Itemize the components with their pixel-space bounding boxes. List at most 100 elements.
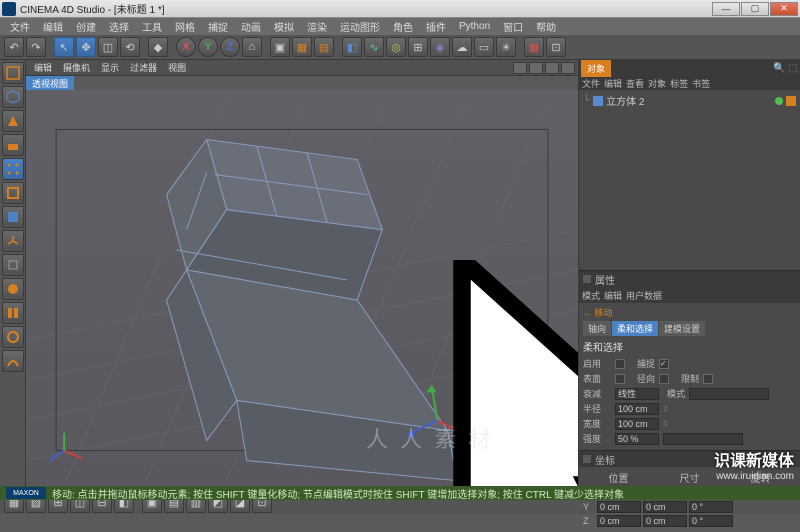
menu-help[interactable]: 帮助 — [530, 18, 562, 35]
rotate-tool[interactable]: ⟲ — [120, 37, 140, 57]
attr-edit[interactable]: 编辑 — [604, 289, 622, 302]
add-camera[interactable]: ▭ — [474, 37, 494, 57]
menu-char[interactable]: 角色 — [387, 18, 419, 35]
object-manager-tabs: 对象 🔍⬚ — [579, 60, 800, 77]
select-tool[interactable]: ↖ — [54, 37, 74, 57]
workplane-icon[interactable] — [2, 134, 24, 156]
vp-menu-view[interactable]: 视图 — [163, 60, 191, 75]
tweak-icon[interactable] — [2, 278, 24, 300]
main-toolbar: ↶ ↷ ↖ ✥ ◫ ⟲ ◆ X Y Z ⌂ ▣ ▦ ▤ ◧ ∿ ◎ ⊞ ◈ ☁ … — [0, 34, 800, 60]
om-edit[interactable]: 编辑 — [604, 77, 622, 90]
add-nurbs[interactable]: ◎ — [386, 37, 406, 57]
menu-file[interactable]: 文件 — [4, 18, 36, 35]
phong-tag-icon[interactable] — [786, 96, 796, 106]
add-environment[interactable]: ☁ — [452, 37, 472, 57]
minimize-button[interactable]: — — [712, 2, 740, 16]
texture-mode-icon[interactable] — [2, 110, 24, 132]
c4d-logo: MAXON — [6, 487, 46, 499]
menu-window[interactable]: 窗口 — [497, 18, 529, 35]
vp-menu-filter[interactable]: 过滤器 — [125, 60, 162, 75]
strength-field[interactable]: 50 % — [615, 433, 659, 445]
add-generator[interactable]: ⊞ — [408, 37, 428, 57]
subtab-modeling[interactable]: 建模设置 — [659, 321, 705, 336]
layout-button[interactable]: ▦ — [524, 37, 544, 57]
close-button[interactable]: ✕ — [770, 2, 798, 16]
move-tool[interactable]: ✥ — [76, 37, 96, 57]
viewport-tab[interactable]: 透视视图 — [26, 76, 74, 90]
om-bookmarks[interactable]: 书签 — [692, 77, 710, 90]
editable-icon[interactable] — [2, 62, 24, 84]
polys-mode-icon[interactable] — [2, 206, 24, 228]
axis-x-toggle[interactable]: X — [176, 37, 196, 57]
menu-anim[interactable]: 动画 — [235, 18, 267, 35]
vp-nav3-icon[interactable] — [545, 62, 559, 74]
menu-mesh[interactable]: 网格 — [169, 18, 201, 35]
model-mode-icon[interactable] — [2, 86, 24, 108]
misc2-icon[interactable] — [2, 326, 24, 348]
move-heading: ← 移动 — [583, 306, 796, 319]
menu-mograph[interactable]: 运动图形 — [334, 18, 386, 35]
object-list[interactable]: └ 立方体 2 — [579, 90, 800, 270]
add-spline[interactable]: ∿ — [364, 37, 384, 57]
falloff-field[interactable]: 线性 — [615, 388, 659, 400]
subtab-softsel[interactable]: 柔和选择 — [612, 321, 658, 336]
snap-icon[interactable] — [2, 254, 24, 276]
add-cube[interactable]: ◧ — [342, 37, 362, 57]
add-light[interactable]: ☀ — [496, 37, 516, 57]
pos-z[interactable]: 0 cm — [597, 515, 641, 527]
last-tool[interactable]: ◆ — [148, 37, 168, 57]
vp-menu-edit[interactable]: 编辑 — [29, 60, 57, 75]
menu-sim[interactable]: 模拟 — [268, 18, 300, 35]
add-deformer[interactable]: ◈ — [430, 37, 450, 57]
coord-system[interactable]: ⌂ — [242, 37, 262, 57]
om-file[interactable]: 文件 — [582, 77, 600, 90]
menu-plugins[interactable]: 插件 — [420, 18, 452, 35]
misc1-icon[interactable] — [2, 302, 24, 324]
axis-y-toggle[interactable]: Y — [198, 37, 218, 57]
pos-y[interactable]: 0 cm — [597, 501, 641, 513]
mode-field[interactable] — [689, 388, 769, 400]
menu-select[interactable]: 选择 — [103, 18, 135, 35]
render-settings[interactable]: ▤ — [314, 37, 334, 57]
misc3-icon[interactable] — [2, 350, 24, 372]
axis-z-toggle[interactable]: Z — [220, 37, 240, 57]
status-text: 移动: 点击并拖动鼠标移动元素; 按住 SHIFT 键量化移动; 节点编辑模式时… — [52, 486, 624, 501]
undo-button[interactable]: ↶ — [4, 37, 24, 57]
radius-field[interactable]: 100 cm — [615, 403, 659, 415]
subtab-axis[interactable]: 轴向 — [583, 321, 611, 336]
right-panel: 对象 🔍⬚ 文件 编辑 查看 对象 标签 书签 └ 立方体 2 属性 — [578, 60, 800, 490]
vp-menu-camera[interactable]: 摄像机 — [58, 60, 95, 75]
attr-mode[interactable]: 模式 — [582, 289, 600, 302]
snap-checkbox[interactable] — [659, 359, 669, 369]
vp-nav1-icon[interactable] — [513, 62, 527, 74]
viewport-canvas[interactable]: 人 人 素 材 — [26, 90, 578, 490]
axis-icon[interactable] — [2, 230, 24, 252]
om-obj[interactable]: 对象 — [648, 77, 666, 90]
width-field[interactable]: 100 cm — [615, 418, 659, 430]
redo-button[interactable]: ↷ — [26, 37, 46, 57]
om-tags[interactable]: 标签 — [670, 77, 688, 90]
attr-userdata[interactable]: 用户数据 — [626, 289, 662, 302]
menu-edit[interactable]: 编辑 — [37, 18, 69, 35]
menu-render[interactable]: 渲染 — [301, 18, 333, 35]
scale-tool[interactable]: ◫ — [98, 37, 118, 57]
enable-checkbox[interactable] — [615, 359, 625, 369]
visibility-dot[interactable] — [775, 97, 783, 105]
menu-python[interactable]: Python — [453, 20, 496, 33]
vp-menu-display[interactable]: 显示 — [96, 60, 124, 75]
vp-nav4-icon[interactable] — [561, 62, 575, 74]
vp-nav2-icon[interactable] — [529, 62, 543, 74]
layout2-button[interactable]: ⊡ — [546, 37, 566, 57]
om-view[interactable]: 查看 — [626, 77, 644, 90]
menu-snap[interactable]: 捕捉 — [202, 18, 234, 35]
menu-tools[interactable]: 工具 — [136, 18, 168, 35]
points-mode-icon[interactable] — [2, 158, 24, 180]
search-icon[interactable]: 🔍 — [773, 63, 785, 74]
object-item-cube[interactable]: └ 立方体 2 — [581, 92, 798, 109]
render-view[interactable]: ▣ — [270, 37, 290, 57]
render-region[interactable]: ▦ — [292, 37, 312, 57]
edges-mode-icon[interactable] — [2, 182, 24, 204]
menu-create[interactable]: 创建 — [70, 18, 102, 35]
maximize-button[interactable]: ▢ — [741, 2, 769, 16]
tab-objects[interactable]: 对象 — [581, 60, 611, 77]
